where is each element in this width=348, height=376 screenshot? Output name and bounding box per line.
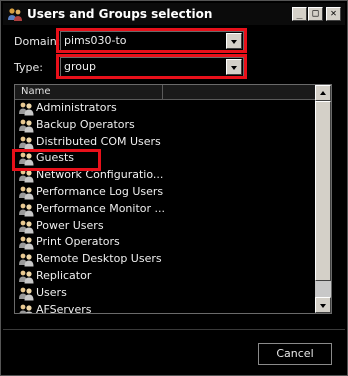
list-rows: Administrators Backup Operators Distribute…	[15, 100, 315, 314]
guests-highlight-box	[12, 149, 101, 171]
domain-highlight-box	[56, 28, 247, 53]
user-group-icon	[18, 202, 36, 217]
minimize-button[interactable]: _	[292, 7, 307, 21]
list-item[interactable]: AFServers	[15, 302, 315, 314]
list-item-label: Print Operators	[36, 235, 120, 249]
column-header-name[interactable]: Name	[17, 85, 163, 99]
user-group-icon	[18, 269, 36, 284]
list-item[interactable]: Distributed COM Users	[15, 134, 315, 151]
list-item[interactable]: Power Users	[15, 218, 315, 235]
user-group-icon	[18, 286, 36, 301]
list-item-label: Users	[36, 285, 67, 299]
list-item-label: Backup Operators	[36, 117, 135, 131]
user-group-icon	[18, 252, 36, 267]
group-list[interactable]: Name Administrators Backup Operators Distr…	[14, 84, 332, 314]
type-label: Type:	[14, 61, 43, 74]
list-item[interactable]: Print Operators	[15, 234, 315, 251]
list-item[interactable]: Backup Operators	[15, 117, 315, 134]
list-item-label: Performance Log Users	[36, 184, 164, 198]
user-group-icon	[18, 101, 36, 116]
type-highlight-box	[56, 54, 247, 79]
users-app-icon	[8, 8, 22, 21]
cancel-button[interactable]: Cancel	[258, 343, 332, 365]
user-group-icon	[18, 219, 36, 234]
vertical-scrollbar[interactable]	[315, 85, 331, 313]
list-item[interactable]: Administrators	[15, 100, 315, 117]
window-title: Users and Groups selection	[27, 7, 213, 21]
list-item-label: Performance Monitor ...	[36, 201, 166, 215]
user-group-icon	[18, 235, 36, 250]
divider	[3, 329, 345, 330]
user-group-icon	[18, 135, 36, 150]
list-item-label: Distributed COM Users	[36, 134, 161, 148]
list-item[interactable]: Performance Log Users	[15, 184, 315, 201]
list-item-label: Power Users	[36, 218, 104, 232]
domain-label: Domain:	[14, 35, 61, 48]
users-groups-dialog: Users and Groups selection _ □ ✕ Domain:…	[0, 0, 348, 376]
scroll-down-icon[interactable]	[315, 297, 331, 313]
list-item-label: Remote Desktop Users	[36, 252, 162, 266]
list-item-label: Administrators	[36, 101, 117, 114]
scroll-up-icon[interactable]	[315, 85, 331, 101]
close-button[interactable]: ✕	[326, 7, 341, 21]
title-bar[interactable]: Users and Groups selection _ □ ✕	[3, 3, 345, 25]
user-group-icon	[18, 303, 36, 313]
list-header: Name	[15, 85, 315, 100]
user-group-icon	[18, 185, 36, 200]
maximize-button[interactable]: □	[308, 7, 323, 21]
list-item[interactable]: Replicator	[15, 268, 315, 285]
list-item[interactable]: Remote Desktop Users	[15, 251, 315, 268]
list-item-label: AFServers	[36, 302, 92, 314]
column-header-empty[interactable]	[163, 85, 315, 99]
list-item[interactable]: Users	[15, 285, 315, 302]
list-item[interactable]: Performance Monitor ...	[15, 201, 315, 218]
user-group-icon	[18, 118, 36, 133]
scroll-thumb[interactable]	[315, 101, 331, 281]
list-item-label: Replicator	[36, 268, 92, 282]
